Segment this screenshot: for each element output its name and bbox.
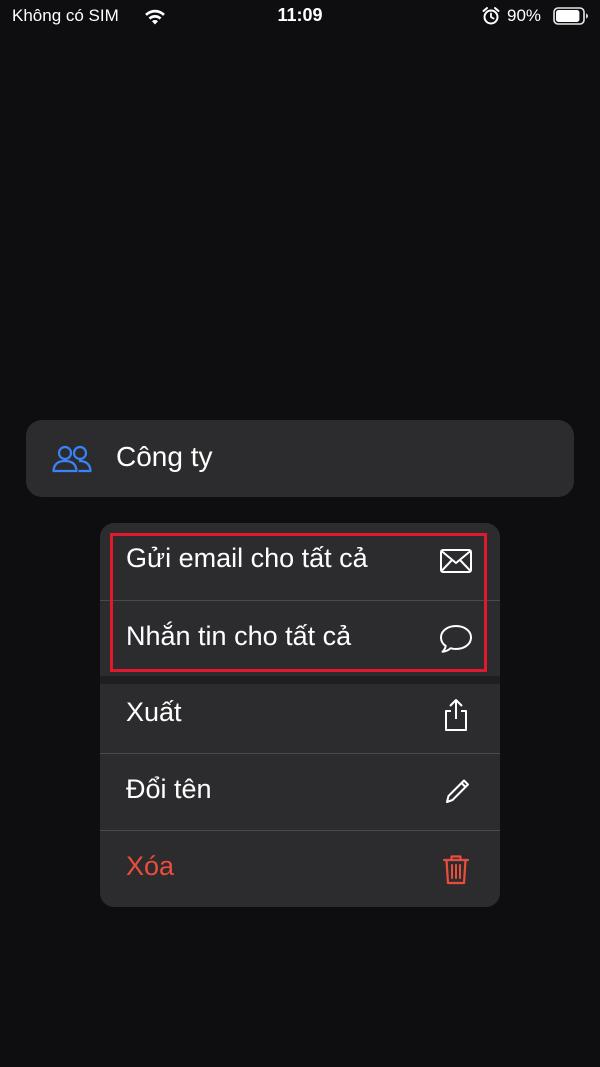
- menu-item-rename[interactable]: Đổi tên: [100, 754, 500, 831]
- battery-percent: 90%: [507, 6, 542, 25]
- pencil-icon: [446, 779, 469, 803]
- trash-icon: [442, 855, 470, 885]
- highlight-box: [110, 533, 487, 672]
- menu-item-delete[interactable]: Xóa: [100, 831, 500, 907]
- menu-item-export[interactable]: Xuất: [100, 677, 500, 754]
- share-icon: [445, 699, 467, 731]
- menu-item-label: Xóa: [126, 851, 175, 881]
- menu-item-label: Xuất: [126, 697, 182, 727]
- group-name: Công ty: [116, 441, 213, 472]
- menu-item-label: Đổi tên: [126, 774, 212, 804]
- alarm-icon: [482, 7, 500, 25]
- group-card: [26, 420, 574, 497]
- people-icon: [52, 445, 92, 473]
- status-bar: Không có SIM 11:09 90%: [0, 0, 600, 34]
- battery-icon: [553, 7, 588, 25]
